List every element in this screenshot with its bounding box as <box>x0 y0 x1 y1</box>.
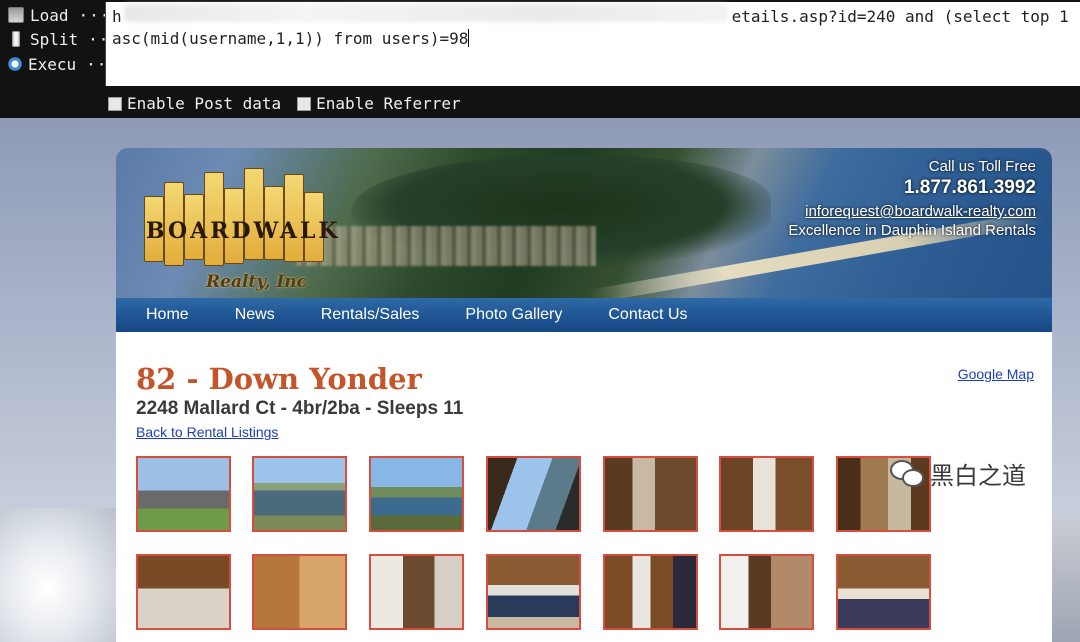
hackbar-toolbar: Load ··· Split ··· Execu ··· h etails.asp… <box>0 0 1080 118</box>
property-subtitle: 2248 Mallard Ct - 4br/2ba - Sleeps 11 <box>136 398 464 419</box>
photo-thumbnail[interactable] <box>136 554 231 630</box>
enable-post-data-checkbox[interactable]: Enable Post data <box>108 94 281 113</box>
redacted-url-blur <box>124 4 728 22</box>
execute-button[interactable]: Execu ··· <box>8 53 118 75</box>
photo-thumbnail[interactable] <box>369 554 464 630</box>
tagline: Excellence in Dauphin Island Rentals <box>788 222 1036 239</box>
logo-subtitle: Realty, Inc <box>206 272 308 292</box>
header-contact: Call us Toll Free 1.877.861.3992 inforeq… <box>788 158 1036 239</box>
nav-contact-us[interactable]: Contact Us <box>608 306 687 324</box>
photo-thumbnail[interactable] <box>603 554 698 630</box>
header-banner: BOARDWALK Realty, Inc Call us Toll Free … <box>116 148 1052 298</box>
google-map-link[interactable]: Google Map <box>958 366 1034 382</box>
execute-icon <box>8 57 22 71</box>
property-title: 82 - Down Yonder <box>136 362 422 396</box>
back-to-listings-link[interactable]: Back to Rental Listings <box>136 424 278 440</box>
photo-thumbnail[interactable] <box>603 456 698 532</box>
enable-post-data-label: Enable Post data <box>127 94 282 113</box>
text-caret <box>468 29 470 47</box>
execute-label: Execu <box>28 54 77 74</box>
photo-thumbnail[interactable] <box>252 456 347 532</box>
hackbar-options: Enable Post data Enable Referrer <box>108 94 461 113</box>
hackbar-actions: Load ··· Split ··· Execu ··· <box>0 0 119 90</box>
photo-thumbnail[interactable] <box>836 554 931 630</box>
site-container: BOARDWALK Realty, Inc Call us Toll Free … <box>116 148 1052 642</box>
nav-rentals-sales[interactable]: Rentals/Sales <box>321 306 420 324</box>
background-right-image <box>1052 518 1080 642</box>
boardwalk-logo[interactable]: BOARDWALK Realty, Inc <box>138 168 341 292</box>
split-url-icon <box>12 31 20 47</box>
enable-referrer-checkbox[interactable]: Enable Referrer <box>297 94 461 113</box>
checkbox-box <box>297 96 312 111</box>
photo-thumbnail[interactable] <box>486 554 581 630</box>
nav-photo-gallery[interactable]: Photo Gallery <box>465 306 562 324</box>
load-url-label: Load <box>30 5 69 25</box>
toll-free-label: Call us Toll Free <box>928 158 1036 175</box>
photo-thumbnail[interactable] <box>252 554 347 630</box>
photo-thumbnail[interactable] <box>369 456 464 532</box>
photo-thumbnail[interactable] <box>486 456 581 532</box>
watermark-text: 黑白之道 <box>930 462 1026 490</box>
checkbox-box <box>108 96 122 111</box>
email-link[interactable]: inforequest@boardwalk-realty.com <box>788 203 1036 220</box>
load-url-button[interactable]: Load ··· <box>8 4 110 26</box>
split-url-button[interactable]: Split ··· <box>8 28 120 50</box>
photo-thumbnail[interactable] <box>719 456 814 532</box>
photo-thumbnail[interactable] <box>136 456 231 532</box>
phone-number: 1.877.861.3992 <box>903 177 1036 198</box>
url-line1-head: h <box>112 7 122 26</box>
main-nav: Home News Rentals/Sales Photo Gallery Co… <box>116 298 1052 332</box>
split-url-label: Split <box>30 29 79 49</box>
wechat-icon <box>890 459 924 488</box>
enable-referrer-label: Enable Referrer <box>316 94 461 113</box>
background-sea-image <box>0 508 118 642</box>
load-url-icon <box>8 7 24 23</box>
banner-houses-image <box>296 226 596 266</box>
nav-news[interactable]: News <box>235 306 275 324</box>
browser-viewport: BOARDWALK Realty, Inc Call us Toll Free … <box>0 118 1080 642</box>
url-line2: asc(mid(username,1,1)) from users)=98 <box>112 29 469 48</box>
url-line1-tail: etails.asp?id=240 and (select top 1 <box>731 7 1069 26</box>
logo-wordmark: BOARDWALK <box>146 218 341 244</box>
photo-thumbnail[interactable] <box>719 554 814 630</box>
nav-home[interactable]: Home <box>146 306 189 324</box>
watermark: 黑白之道 <box>890 456 1026 491</box>
